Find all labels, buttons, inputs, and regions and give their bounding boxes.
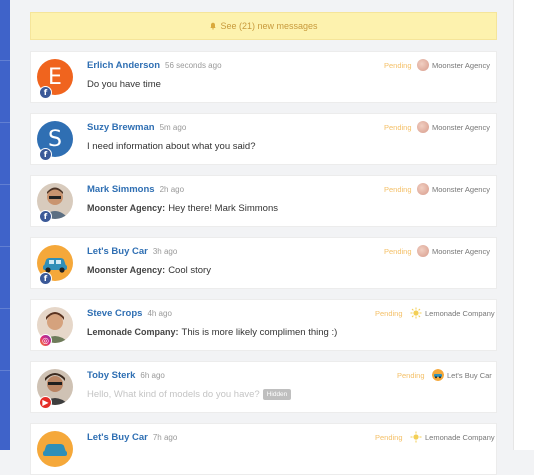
- moonster-agency-icon: [417, 183, 429, 195]
- contact-name[interactable]: Erlich Anderson 56 seconds ago: [87, 60, 222, 71]
- contact-name-text: Let's Buy Car: [87, 246, 148, 257]
- status-badge: Pending: [384, 247, 412, 256]
- channel-name: Lemonade Company: [425, 432, 495, 442]
- message-preview: Do you have time: [87, 79, 161, 90]
- channel-name: Moonster Agency: [432, 246, 490, 256]
- message-text: Cool story: [168, 265, 211, 276]
- channel-tag[interactable]: Lemonade Company: [410, 307, 495, 319]
- channel-tag[interactable]: Let's Buy Car: [432, 369, 492, 381]
- channel-tag[interactable]: Moonster Agency: [417, 59, 490, 71]
- car-icon: [432, 369, 444, 381]
- message-time: 2h ago: [159, 185, 185, 194]
- details-panel: [513, 0, 534, 450]
- rail-divider: [0, 122, 10, 123]
- channel-tag[interactable]: Moonster Agency: [417, 121, 490, 133]
- avatar-initial: S: [48, 126, 62, 152]
- hidden-badge: Hidden: [262, 389, 292, 400]
- car-icon: [37, 431, 73, 467]
- rail-divider: [0, 246, 10, 247]
- channel-tag[interactable]: Lemonade Company: [410, 431, 495, 443]
- message-text: I need information about what you said?: [87, 141, 256, 152]
- avatar: [37, 431, 73, 467]
- channel-name: Lemonade Company: [425, 308, 495, 318]
- instagram-icon: ◎: [39, 334, 52, 347]
- message-time: 6h ago: [140, 371, 165, 380]
- contact-name[interactable]: Let's Buy Car 3h ago: [87, 246, 177, 257]
- status-badge: Pending: [375, 309, 403, 318]
- facebook-icon: f: [39, 86, 52, 99]
- moonster-agency-icon: [417, 59, 429, 71]
- status-badge: Pending: [397, 371, 425, 380]
- conversation-card[interactable]: f Mark Simmons 2h ago Moonster Agency: Hey…: [30, 175, 497, 227]
- rail-divider: [0, 60, 10, 61]
- agent-label: Moonster Agency:: [87, 203, 166, 213]
- youtube-icon: ▶: [39, 396, 52, 409]
- rail-divider: [0, 308, 10, 309]
- moonster-agency-icon: [417, 121, 429, 133]
- message-time: 7h ago: [152, 433, 178, 442]
- contact-name-text: Mark Simmons: [87, 184, 155, 195]
- contact-name[interactable]: Toby Sterk 6h ago: [87, 370, 165, 381]
- new-messages-label: See (21) new messages: [220, 21, 318, 31]
- contact-name-text: Steve Crops: [87, 308, 143, 319]
- rail-divider: [0, 370, 10, 371]
- new-messages-banner[interactable]: See (21) new messages: [30, 12, 497, 40]
- conversation-card[interactable]: Let's Buy Car 7h ago Pending Lemonade Com…: [30, 423, 497, 475]
- status-badge: Pending: [375, 433, 403, 442]
- channel-tag[interactable]: Moonster Agency: [417, 245, 490, 257]
- facebook-icon: f: [39, 148, 52, 161]
- message-text: Do you have time: [87, 79, 161, 90]
- contact-name[interactable]: Steve Crops 4h ago: [87, 308, 172, 319]
- conversation-card[interactable]: ▶ Toby Sterk 6h ago Hello, What kind of m…: [30, 361, 497, 413]
- channel-name: Moonster Agency: [432, 122, 490, 132]
- status-badge: Pending: [384, 123, 412, 132]
- avatar-initial: E: [48, 64, 62, 90]
- message-preview: Lemonade Company: This is more likely com…: [87, 327, 337, 338]
- lemon-icon: [410, 431, 422, 443]
- conversation-card[interactable]: f Let's Buy Car 3h ago Moonster Agency: Co…: [30, 237, 497, 289]
- contact-name-text: Erlich Anderson: [87, 60, 161, 71]
- contact-name-text: Suzy Brewman: [87, 122, 155, 133]
- message-time: 5m ago: [159, 123, 187, 132]
- facebook-icon: f: [39, 272, 52, 285]
- contact-name-text: Let's Buy Car: [87, 432, 148, 443]
- channel-name: Moonster Agency: [432, 60, 490, 70]
- agent-label: Lemonade Company:: [87, 327, 179, 337]
- channel-tag[interactable]: Moonster Agency: [417, 183, 490, 195]
- message-text: This is more likely complimen thing :): [181, 327, 338, 338]
- conversation-card[interactable]: S f Suzy Brewman 5m ago I need informatio…: [30, 113, 497, 165]
- rail-divider: [0, 184, 10, 185]
- message-time: 3h ago: [152, 247, 178, 256]
- message-preview: I need information about what you said?: [87, 141, 255, 152]
- contact-name-text: Toby Sterk: [87, 370, 136, 381]
- app-sidebar-rail: [0, 0, 10, 450]
- status-badge: Pending: [384, 61, 412, 70]
- message-preview: Moonster Agency: Hey there! Mark Simmons: [87, 203, 278, 214]
- status-badge: Pending: [384, 185, 412, 194]
- message-time: 56 seconds ago: [165, 61, 222, 70]
- bell-icon: [210, 22, 217, 30]
- conversation-card[interactable]: ◎ Steve Crops 4h ago Lemonade Company: Thi…: [30, 299, 497, 351]
- message-preview: Moonster Agency: Cool story: [87, 265, 211, 276]
- lemon-icon: [410, 307, 422, 319]
- channel-name: Moonster Agency: [432, 184, 490, 194]
- channel-name: Let's Buy Car: [447, 370, 492, 380]
- contact-name[interactable]: Suzy Brewman 5m ago: [87, 122, 186, 133]
- contact-name[interactable]: Let's Buy Car 7h ago: [87, 432, 177, 443]
- facebook-icon: f: [39, 210, 52, 223]
- message-preview: Hello, What kind of models do you have? H…: [87, 389, 292, 401]
- message-text: Hey there! Mark Simmons: [168, 203, 278, 214]
- message-text: Hello, What kind of models do you have?: [87, 389, 260, 401]
- message-time: 4h ago: [147, 309, 172, 318]
- conversation-card[interactable]: E f Erlich Anderson 56 seconds ago Do you…: [30, 51, 497, 103]
- contact-name[interactable]: Mark Simmons 2h ago: [87, 184, 184, 195]
- agent-label: Moonster Agency:: [87, 265, 166, 275]
- moonster-agency-icon: [417, 245, 429, 257]
